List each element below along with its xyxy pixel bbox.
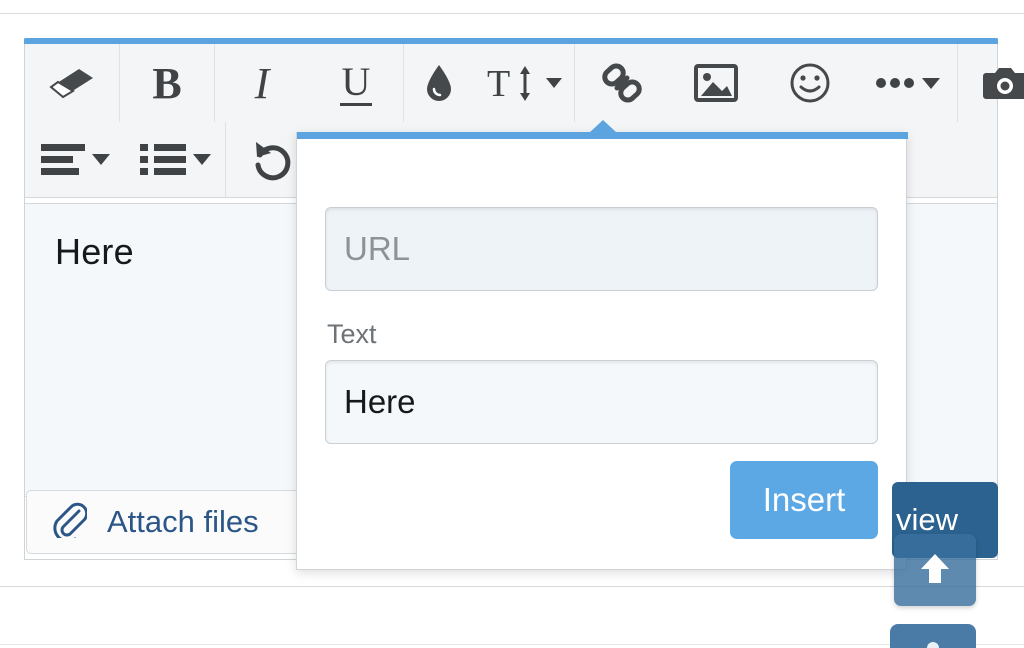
- popup-content: Text Insert: [297, 139, 906, 569]
- svg-text:T: T: [487, 63, 510, 103]
- insert-image-button[interactable]: [669, 44, 763, 122]
- camera-button[interactable]: [958, 44, 1024, 122]
- chevron-down-icon: [545, 78, 562, 88]
- dot-icon: [927, 642, 939, 648]
- link-icon: [599, 60, 645, 106]
- chevron-down-icon: [192, 154, 211, 165]
- list-button[interactable]: [125, 122, 225, 197]
- clear-formatting-button[interactable]: [25, 44, 119, 122]
- chevron-down-icon: [91, 154, 110, 165]
- toolbar-group-bold: B: [120, 44, 215, 122]
- font-size-button[interactable]: T: [474, 44, 574, 122]
- insert-button[interactable]: Insert: [730, 461, 878, 539]
- italic-icon: I: [254, 58, 270, 108]
- droplet-icon: [426, 64, 452, 102]
- toolbar-row-1: B I U T: [25, 44, 1024, 122]
- text-field-label: Text: [327, 319, 377, 349]
- bold-icon: B: [152, 58, 182, 108]
- page-bottom-divider: [0, 586, 1024, 587]
- undo-icon: [252, 139, 294, 181]
- popup-accent-bar: [297, 120, 908, 139]
- ellipsis-icon: [875, 77, 915, 89]
- toolbar-group-fontsize: T: [474, 44, 575, 122]
- eraser-icon: [49, 66, 95, 100]
- bullet-list-icon: [139, 143, 186, 177]
- text-color-button[interactable]: [404, 44, 474, 122]
- insert-link-button[interactable]: [575, 44, 669, 122]
- image-icon: [694, 64, 738, 102]
- toolbar-group-list: [125, 122, 226, 197]
- screenshot-root: B I U T Here Attach files view URL Text …: [0, 0, 1024, 648]
- camera-icon: [982, 64, 1024, 102]
- scroll-to-top-button[interactable]: [894, 534, 976, 606]
- text-size-icon: T: [487, 63, 539, 103]
- arrow-up-icon: [916, 549, 954, 592]
- editor-body-text: Here: [55, 231, 134, 272]
- editor-top-accent-bar: [24, 38, 998, 44]
- link-text-input[interactable]: [325, 360, 878, 444]
- insert-emoji-button[interactable]: [763, 44, 857, 122]
- more-options-button[interactable]: [857, 44, 957, 122]
- popup-pointer-caret: [589, 120, 617, 133]
- toolbar-group-underline: U: [309, 44, 404, 122]
- smiley-icon: [789, 62, 831, 104]
- toolbar-group-clear: [25, 44, 120, 122]
- toolbar-group-link: [575, 44, 669, 122]
- bold-button[interactable]: B: [120, 44, 214, 122]
- toolbar-group-align: [25, 122, 125, 197]
- insert-link-popup: Text Insert: [296, 120, 908, 570]
- chevron-down-icon: [921, 77, 940, 89]
- underline-icon: U: [339, 58, 373, 106]
- toolbar-group-italic: I: [215, 44, 309, 122]
- toolbar-group-emoji: [763, 44, 857, 122]
- align-left-icon: [40, 143, 85, 177]
- attach-files-label: Attach files: [107, 504, 259, 539]
- paperclip-icon: [51, 502, 89, 543]
- toolbar-group-more: [857, 44, 958, 122]
- preview-button-label: view: [896, 502, 959, 537]
- popup-actions: Insert: [730, 461, 878, 539]
- toolbar-group-camera: [958, 44, 1024, 122]
- attach-files-button[interactable]: Attach files: [26, 490, 316, 554]
- italic-button[interactable]: I: [215, 44, 309, 122]
- underline-button[interactable]: U: [309, 44, 403, 122]
- page-bottom-divider-2: [0, 644, 1024, 645]
- secondary-floating-button[interactable]: [890, 624, 976, 648]
- toolbar-group-image: [669, 44, 763, 122]
- url-input[interactable]: [325, 207, 878, 291]
- align-button[interactable]: [25, 122, 125, 197]
- page-top-divider: [0, 13, 1024, 14]
- toolbar-group-color: [404, 44, 474, 122]
